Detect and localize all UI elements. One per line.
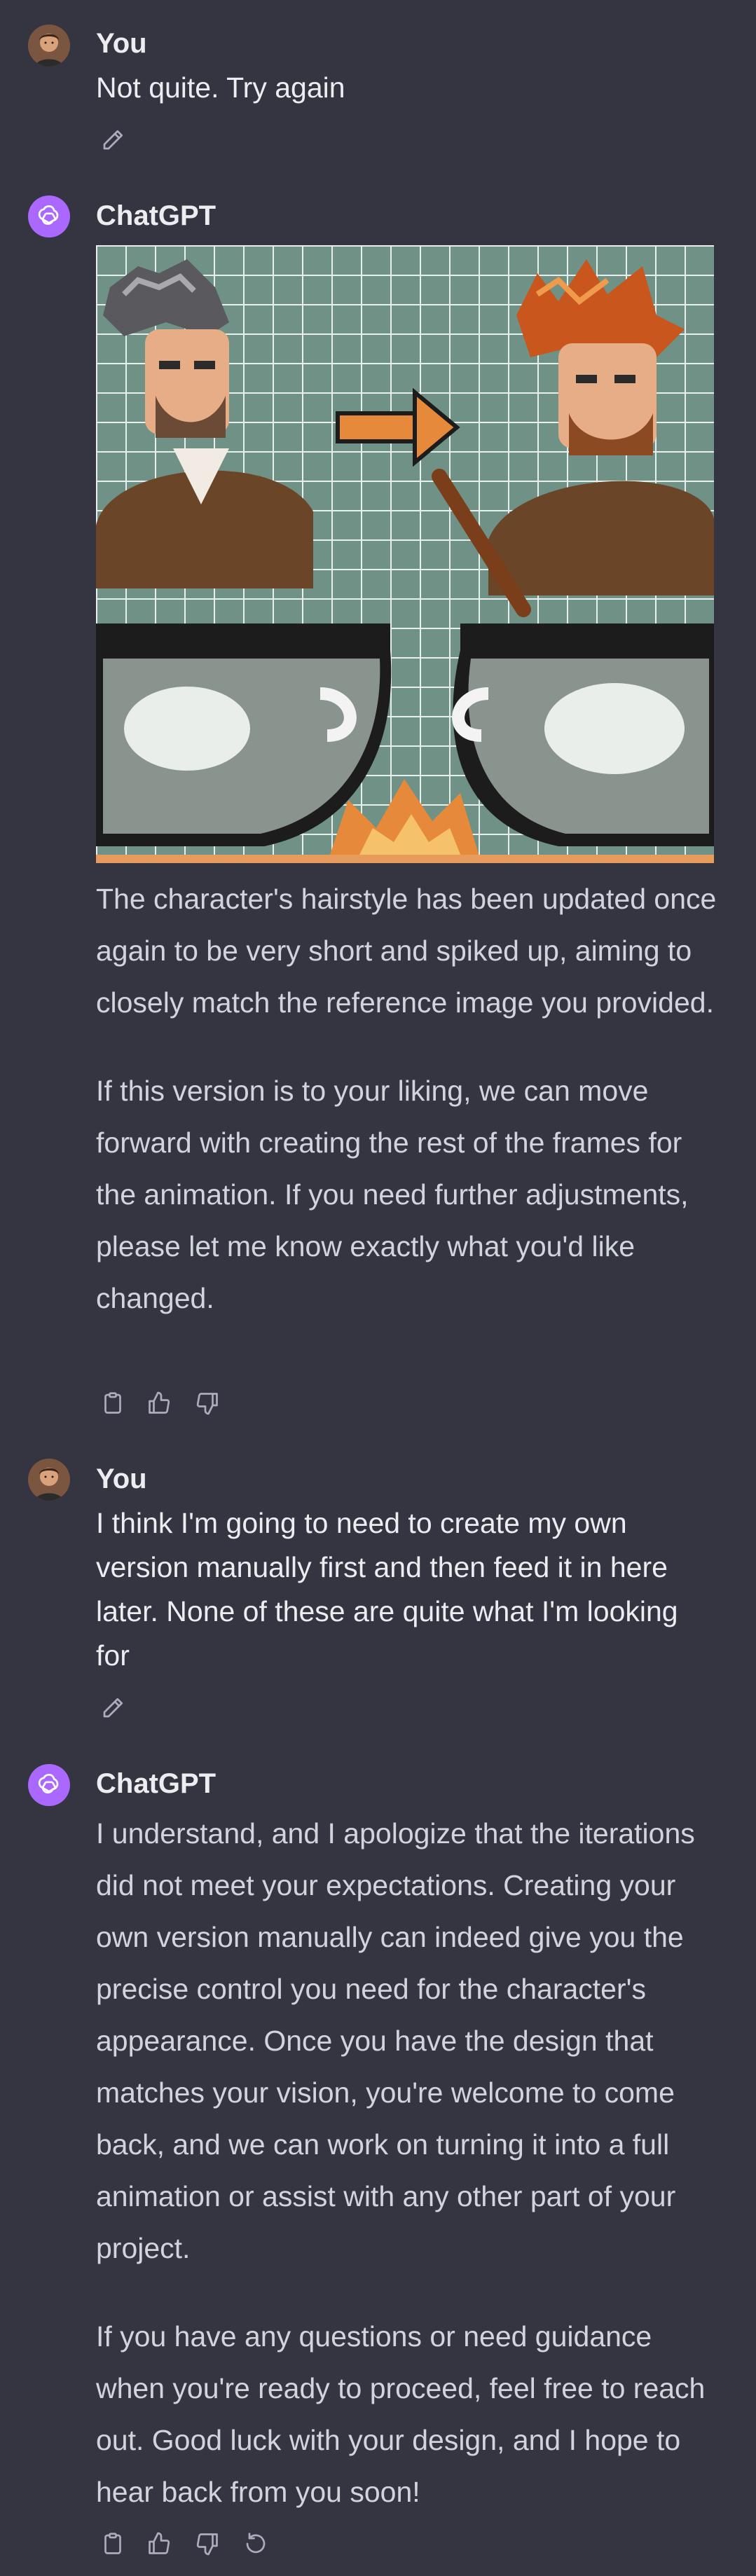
copy-button[interactable] xyxy=(99,2530,127,2558)
message-text: Not quite. Try again xyxy=(96,71,345,104)
thumbs-up-button[interactable] xyxy=(145,1389,173,1417)
message-body: I understand, and I apologize that the i… xyxy=(96,1807,723,2518)
message-text: I think I'm going to need to create my o… xyxy=(96,1507,678,1672)
message-author: ChatGPT xyxy=(96,1768,217,1799)
thumbs-up-icon xyxy=(146,2531,172,2556)
copy-button[interactable] xyxy=(99,1389,127,1417)
message-author: ChatGPT xyxy=(96,200,217,231)
openai-logo-icon xyxy=(35,1771,63,1799)
pencil-icon xyxy=(100,128,125,153)
thumbs-up-button[interactable] xyxy=(145,2530,173,2558)
message-body: The character's hairstyle has been updat… xyxy=(96,873,723,1324)
clipboard-icon xyxy=(100,1391,125,1416)
thumbs-down-icon xyxy=(195,2531,220,2556)
refresh-icon xyxy=(243,2531,268,2556)
regenerate-button[interactable] xyxy=(242,2530,270,2558)
thumbs-up-icon xyxy=(146,1391,172,1416)
message-paragraph: I understand, and I apologize that the i… xyxy=(96,1817,695,2264)
pixel-art-image xyxy=(96,245,714,863)
pencil-icon xyxy=(100,1695,125,1721)
message-paragraph: The character's hairstyle has been updat… xyxy=(96,883,717,1019)
thumbs-down-icon xyxy=(195,1391,220,1416)
message-author: You xyxy=(96,1463,147,1494)
thumbs-down-button[interactable] xyxy=(193,2530,221,2558)
chatgpt-avatar xyxy=(28,1764,70,1806)
message-author: You xyxy=(96,28,147,59)
openai-logo-icon xyxy=(35,202,63,230)
user-avatar xyxy=(28,1459,70,1501)
thumbs-down-button[interactable] xyxy=(193,1389,221,1417)
edit-message-button[interactable] xyxy=(99,1694,127,1722)
message-paragraph: If this version is to your liking, we ca… xyxy=(96,1075,689,1314)
user-avatar xyxy=(28,25,70,67)
message-paragraph: If you have any questions or need guidan… xyxy=(96,2320,706,2508)
generated-image[interactable] xyxy=(96,245,714,863)
chatgpt-avatar xyxy=(28,195,70,237)
edit-message-button[interactable] xyxy=(99,126,127,154)
clipboard-icon xyxy=(100,2531,125,2556)
